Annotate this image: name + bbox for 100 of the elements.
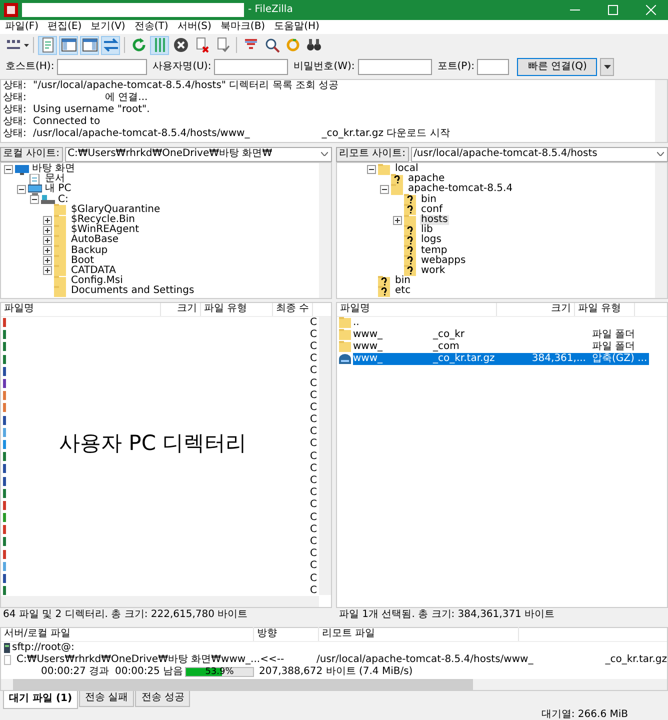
sync-icon bbox=[284, 37, 300, 53]
tree-item[interactable]: 문서 bbox=[44, 174, 66, 184]
expand-icon[interactable] bbox=[43, 266, 52, 276]
tree-item[interactable]: $Recycle.Bin bbox=[70, 215, 136, 226]
horizontal-scrollbar[interactable] bbox=[1, 596, 319, 606]
quickconnect-button[interactable]: 빠른 연결(Q) bbox=[517, 58, 598, 76]
tree-item[interactable]: hosts bbox=[420, 215, 449, 226]
table-cell: C bbox=[310, 415, 317, 426]
expand-icon[interactable] bbox=[43, 256, 52, 266]
tab[interactable]: 전송 성공 bbox=[135, 690, 190, 706]
menu-item[interactable]: 서버(S) bbox=[177, 21, 212, 33]
tree-item[interactable]: AutoBase bbox=[70, 235, 120, 246]
menu-item[interactable]: 보기(V) bbox=[90, 21, 126, 33]
tree-item[interactable]: 바탕 화면 bbox=[31, 164, 76, 174]
folder-icon bbox=[378, 164, 392, 175]
file-row[interactable]: www_ _co_kr.tar.gz 384,361,... 압축(GZ) ... bbox=[337, 352, 667, 364]
file-row[interactable]: www_ _com 파일 폴더 bbox=[337, 340, 667, 352]
tree-item[interactable]: bin bbox=[420, 194, 438, 205]
collapse-icon[interactable] bbox=[17, 184, 26, 194]
text-field[interactable] bbox=[214, 59, 288, 75]
folder-icon bbox=[54, 214, 68, 226]
text-field[interactable] bbox=[57, 59, 148, 75]
column-header[interactable]: 크기 bbox=[161, 302, 201, 316]
tree-item[interactable]: C: bbox=[57, 194, 70, 205]
cancel-button[interactable] bbox=[171, 36, 190, 54]
tree-item[interactable]: $GlaryQuarantine bbox=[70, 204, 162, 215]
scrollbar[interactable] bbox=[655, 163, 667, 298]
field-label: 포트(P): bbox=[437, 61, 474, 73]
tree-item[interactable]: logs bbox=[420, 235, 442, 246]
file-row[interactable]: www_ _co_kr 파일 폴더 bbox=[337, 328, 667, 340]
menu-item[interactable]: 북마크(B) bbox=[220, 21, 266, 33]
tree-item[interactable]: lib bbox=[420, 225, 434, 236]
table-cell: C bbox=[310, 500, 317, 510]
expand-icon[interactable] bbox=[43, 236, 52, 245]
status-text: 64 파일 및 2 디렉터리. 총 크기: 222,615,780 바이트 bbox=[2, 608, 249, 622]
tree-item[interactable]: apache bbox=[407, 174, 446, 184]
monitor-icon bbox=[15, 164, 29, 175]
expand-icon[interactable] bbox=[393, 216, 402, 225]
log-button[interactable] bbox=[38, 36, 57, 54]
scrollbar[interactable] bbox=[319, 316, 331, 594]
expand-icon[interactable] bbox=[43, 246, 52, 256]
field-label: 비밀번호(W): bbox=[294, 61, 355, 73]
expand-icon[interactable] bbox=[43, 216, 52, 225]
scrollbar[interactable] bbox=[655, 80, 667, 142]
tree-item[interactable]: Boot bbox=[70, 256, 96, 266]
refresh-icon bbox=[130, 37, 146, 53]
log-label: 상태: bbox=[3, 92, 28, 104]
tree-item[interactable]: temp bbox=[420, 246, 448, 256]
tab[interactable]: 대기 파일 (1) bbox=[3, 690, 78, 708]
transfer-button[interactable] bbox=[101, 36, 120, 54]
tree-item[interactable]: webapps bbox=[420, 256, 467, 266]
path-dropdown[interactable]: /usr/local/apache-tomcat-8.5.4/hosts bbox=[410, 146, 668, 162]
table-cell: C bbox=[310, 586, 317, 596]
log-message: Using username "root". bbox=[33, 104, 150, 116]
tree-item[interactable]: CATDATA bbox=[70, 266, 117, 276]
column-header[interactable]: 최종 수 bbox=[273, 302, 313, 316]
horizontal-scrollbar[interactable] bbox=[1, 678, 667, 690]
tree-item[interactable]: work bbox=[420, 266, 446, 276]
menu-item[interactable]: 도움말(H) bbox=[274, 21, 320, 33]
unknown-folder-icon bbox=[378, 276, 392, 287]
tree-item[interactable]: conf bbox=[420, 204, 444, 215]
folder-icon bbox=[54, 204, 68, 216]
file-row[interactable]: .. bbox=[337, 316, 667, 328]
tree-item[interactable]: Documents and Settings bbox=[70, 286, 196, 296]
table-cell: C bbox=[310, 342, 317, 352]
tree-item[interactable]: etc bbox=[394, 286, 412, 296]
panel-button[interactable] bbox=[59, 36, 78, 54]
text-field[interactable] bbox=[477, 59, 510, 75]
collapse-icon[interactable] bbox=[4, 164, 13, 174]
scrollbar[interactable] bbox=[319, 163, 331, 298]
menu-item[interactable]: 전송(T) bbox=[134, 21, 168, 33]
collapse-icon[interactable] bbox=[380, 184, 389, 194]
menu-item[interactable]: 파일(F) bbox=[5, 21, 39, 33]
tab[interactable]: 전송 실패 bbox=[79, 690, 134, 706]
expand-icon[interactable] bbox=[43, 226, 52, 235]
tree-item[interactable]: apache-tomcat-8.5.4 bbox=[407, 184, 514, 194]
column-header[interactable]: 파일 유형 bbox=[575, 302, 635, 316]
collapse-icon[interactable] bbox=[30, 195, 39, 204]
column-header[interactable]: 파일명 bbox=[337, 302, 497, 316]
folder-icon bbox=[391, 184, 405, 195]
tree-item[interactable]: Backup bbox=[70, 246, 109, 256]
panel-button[interactable] bbox=[80, 36, 99, 54]
text-field[interactable] bbox=[358, 59, 432, 75]
panel-icon bbox=[82, 37, 98, 53]
tree-item[interactable]: $WinREAgent bbox=[70, 225, 140, 236]
menu-item[interactable]: 편집(E) bbox=[48, 21, 82, 33]
path-dropdown[interactable]: C:₩Users₩rhrkd₩OneDrive₩바탕 화면₩ bbox=[64, 146, 332, 162]
unknown-folder-icon bbox=[404, 234, 418, 246]
collapse-icon[interactable] bbox=[367, 164, 376, 174]
column-header[interactable]: 리모트 파일 bbox=[319, 627, 519, 641]
tree-item[interactable]: Config.Msi bbox=[70, 276, 124, 286]
dropdown-button[interactable] bbox=[600, 58, 614, 76]
column-header[interactable]: 크기 bbox=[497, 302, 575, 316]
tree-item[interactable]: bin bbox=[394, 276, 412, 286]
tree-item[interactable]: local bbox=[394, 164, 420, 174]
column-header[interactable]: 파일명 bbox=[1, 302, 161, 316]
tree-item[interactable]: 내 PC bbox=[44, 184, 72, 194]
column-header[interactable]: 방향 bbox=[254, 627, 319, 641]
column-header[interactable]: 파일 유형 bbox=[201, 302, 273, 316]
column-header[interactable]: 서버/로컬 파일 bbox=[1, 627, 254, 641]
